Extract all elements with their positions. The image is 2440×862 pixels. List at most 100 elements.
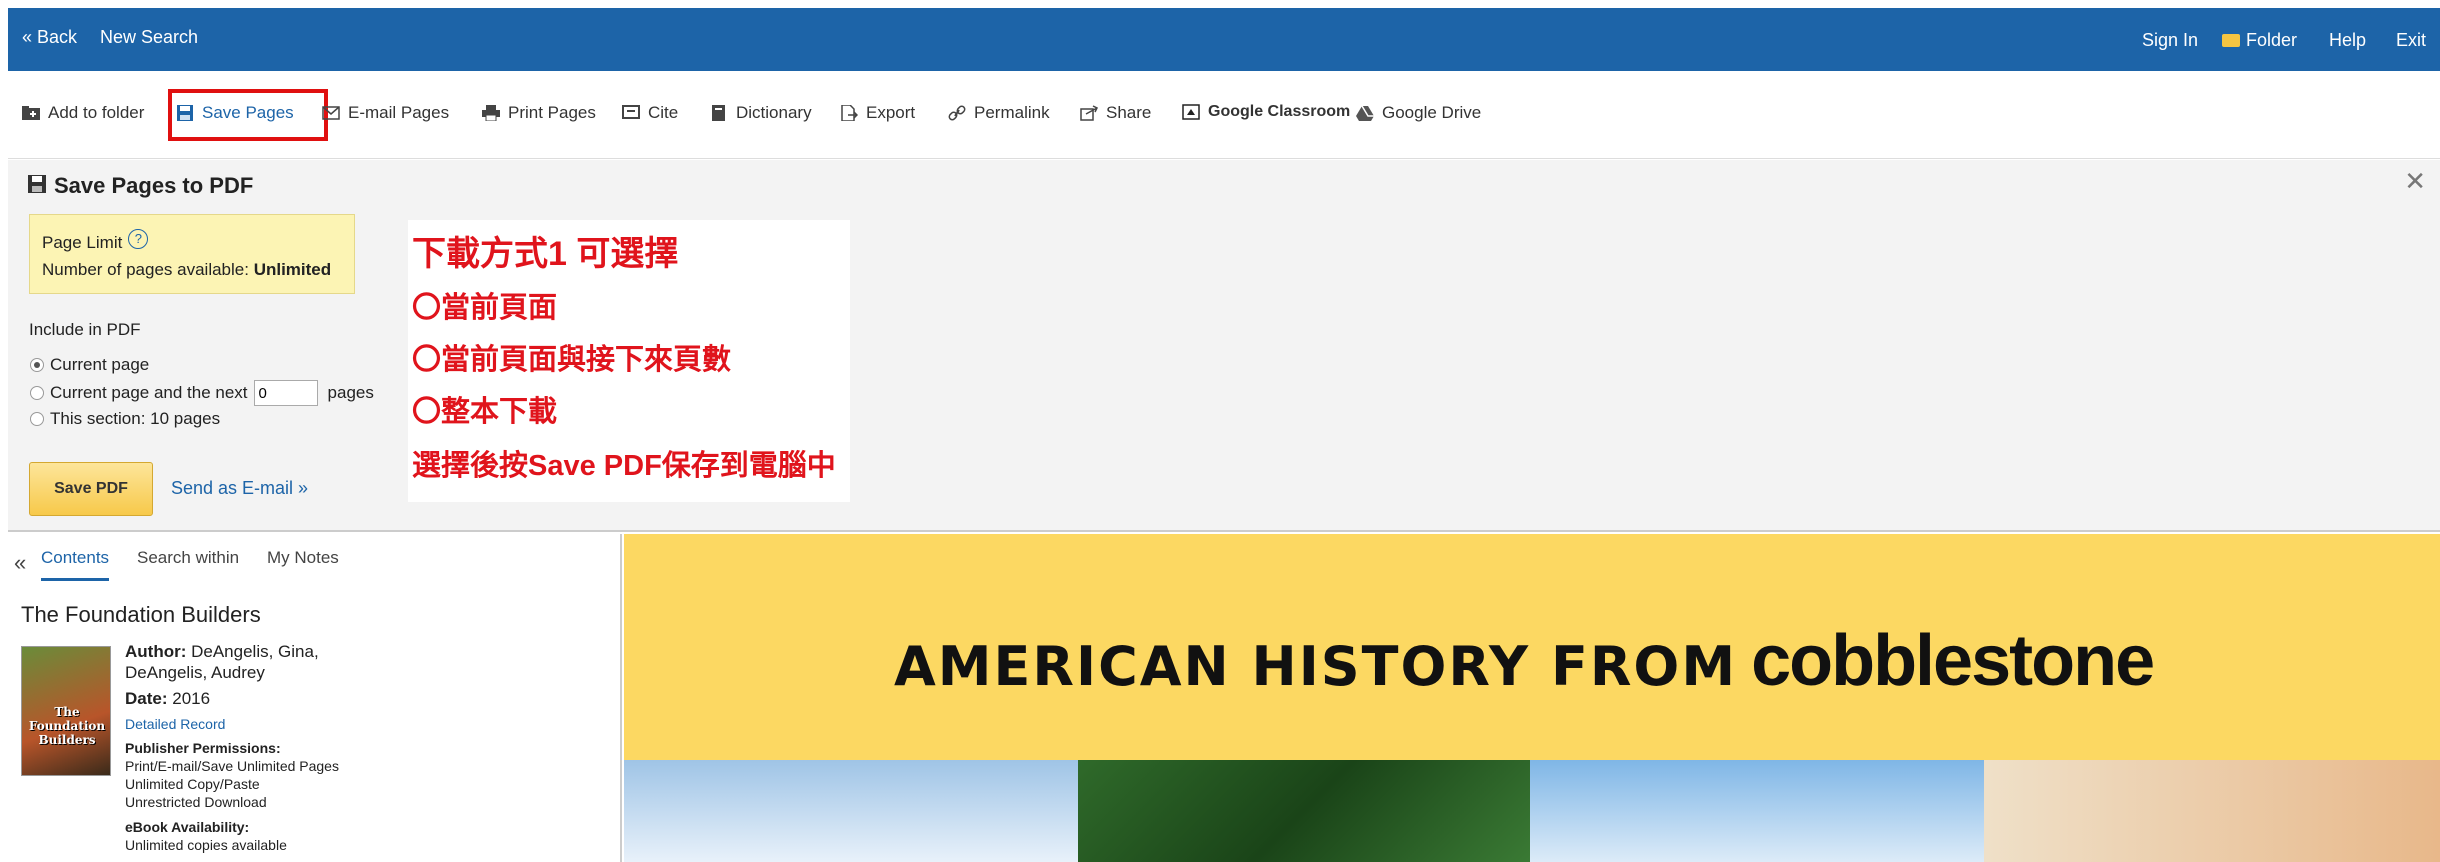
author-label: Author: [125,642,187,661]
help-link[interactable]: Help [2329,30,2366,51]
print-pages-button[interactable]: Print Pages [482,103,596,123]
tab-my-notes[interactable]: My Notes [267,548,339,568]
tab-contents[interactable]: Contents [41,548,110,581]
folder-icon [2222,34,2240,47]
book-sidebar: « Contents Search within My Notes The Fo… [8,534,622,862]
page-limit-box: Page Limit? Number of pages available: U… [29,214,355,294]
send-email-link[interactable]: Send as E-mail » [171,478,308,499]
page-banner: AMERICAN HISTORY FROM cobblestone [624,534,2440,760]
radio-section[interactable] [30,412,44,426]
google-classroom-label: Google Classroom [1208,103,1351,120]
radio-next-pages[interactable] [30,386,44,400]
availability-label: eBook Availability: [125,819,250,835]
cite-label: Cite [648,103,679,122]
back-link[interactable]: « Back [22,27,77,48]
folder-label: Folder [2246,30,2298,50]
share-icon [1080,105,1099,121]
book-cover-image[interactable]: The Foundation Builders [21,646,111,776]
date-value: 2016 [172,689,211,708]
availability-value: Unlimited copies available [125,837,287,853]
option-section-label: This section: 10 pages [50,409,221,428]
ebook-availability: eBook Availability: Unlimited copies ava… [125,818,287,854]
page-viewer[interactable]: AMERICAN HISTORY FROM cobblestone [624,534,2440,862]
banner-prefix: AMERICAN HISTORY FROM [894,635,1738,698]
author-field: Author: DeAngelis, Gina, DeAngelis, Audr… [125,641,365,683]
sidebar-tabs: « Contents Search within My Notes [8,534,622,584]
permissions-line-2: Unlimited Copy/Paste [125,776,260,792]
permalink-label: Permalink [974,103,1050,122]
annotation-box: 下載方式1 可選擇 〇當前頁面 〇當前頁面與接下來頁數 〇整本下載 選擇後按Sa… [408,220,850,502]
permalink-button[interactable]: Permalink [948,103,1050,123]
date-label: Date: [125,689,168,708]
panel-title-text: Save Pages to PDF [54,173,254,198]
printer-icon [482,105,500,122]
collapse-chevron-icon[interactable]: « [14,550,26,576]
add-to-folder-button[interactable]: Add to folder [22,103,144,123]
sign-in-link[interactable]: Sign In [2142,30,2198,51]
close-icon[interactable]: ✕ [2404,166,2426,197]
google-drive-label: Google Drive [1382,103,1482,122]
annotation-line-4: 〇整本下載 [412,396,558,428]
google-classroom-button[interactable]: Google Classroom [1182,103,1350,121]
annotation-line-1: 下載方式1 可選擇 [412,235,679,273]
option-section[interactable]: This section: 10 pages [30,409,220,429]
next-pages-input[interactable] [253,380,318,406]
cite-icon [622,105,640,121]
email-pages-button[interactable]: E-mail Pages [322,103,449,123]
dictionary-label: Dictionary [736,103,812,122]
page-limit-label: Page Limit [42,233,123,252]
pages-available-label: Number of pages available: [42,260,249,279]
include-in-pdf-label: Include in PDF [29,320,141,339]
page-photo-warm [1984,760,2440,862]
annotation-line-3: 〇當前頁面與接下來頁數 [412,344,732,376]
folder-add-icon [22,105,40,121]
permissions-label: Publisher Permissions: [125,740,281,756]
exit-link[interactable]: Exit [2396,30,2426,51]
export-button[interactable]: Export [840,103,915,123]
option-next-pages-suffix: pages [327,383,374,402]
dictionary-button[interactable]: Dictionary [710,103,812,123]
option-current-page-label: Current page [50,355,150,374]
radio-current-page[interactable] [30,358,44,372]
pages-available-value: Unlimited [253,260,332,279]
cite-button[interactable]: Cite [622,103,678,123]
save-pages-panel: Save Pages to PDF ✕ Page Limit? Number o… [8,160,2440,532]
save-pages-highlight-box [168,89,328,141]
print-pages-label: Print Pages [508,103,596,122]
save-icon [28,173,46,199]
export-label: Export [866,103,916,122]
new-search-link[interactable]: New Search [100,27,198,48]
google-classroom-icon [1182,104,1200,120]
date-field: Date: 2016 [125,688,210,709]
book-icon [710,105,728,121]
save-pdf-button[interactable]: Save PDF [29,462,153,516]
permissions-line-1: Print/E-mail/Save Unlimited Pages [125,758,339,774]
panel-title: Save Pages to PDF [28,173,253,199]
folder-link[interactable]: Folder [2222,30,2297,51]
option-next-pages-label: Current page and the next [50,383,248,402]
tools-toolbar: Add to folder Save Pages E-mail Pages Pr… [8,71,2440,159]
envelope-icon [322,105,340,121]
tab-search-within[interactable]: Search within [137,548,239,568]
annotation-line-5: 選擇後按Save PDF保存到電腦中 [412,450,836,482]
help-icon[interactable]: ? [128,229,149,249]
link-icon [948,105,966,121]
google-drive-button[interactable]: Google Drive [1356,103,1481,123]
email-pages-label: E-mail Pages [348,103,450,122]
share-button[interactable]: Share [1080,103,1151,123]
option-next-pages[interactable]: Current page and the next pages [30,380,374,406]
share-label: Share [1106,103,1152,122]
permissions-line-3: Unrestricted Download [125,794,267,810]
banner-brand: cobblestone [1751,621,2155,701]
top-nav-bar: « Back New Search Sign In Folder Help Ex… [8,8,2440,71]
publisher-permissions: Publisher Permissions: Print/E-mail/Save… [125,739,339,811]
book-title: The Foundation Builders [21,602,261,627]
page-photo-sky-right [1530,760,1984,862]
page-photo-sky-left [624,760,1078,862]
page-photo-leaves [1078,760,1530,862]
export-icon [840,104,859,122]
option-current-page[interactable]: Current page [30,355,149,375]
google-drive-icon [1356,105,1374,121]
annotation-line-2: 〇當前頁面 [412,292,558,324]
detailed-record-link[interactable]: Detailed Record [125,716,225,732]
